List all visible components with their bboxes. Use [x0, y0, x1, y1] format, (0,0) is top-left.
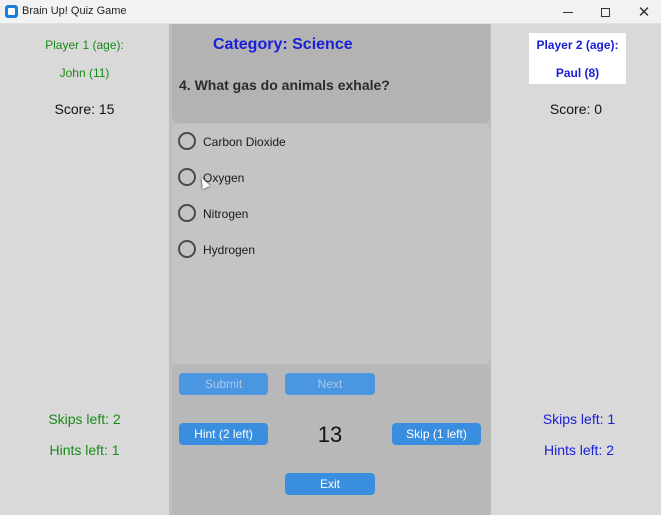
maximize-icon — [600, 7, 610, 17]
option-nitrogen[interactable]: Nitrogen — [178, 204, 378, 224]
window-title: Brain Up! Quiz Game — [22, 5, 127, 17]
hint-button[interactable]: Hint (2 left) — [179, 423, 268, 445]
close-icon: ✕ — [637, 3, 651, 21]
player2-skips: Skips left: 1 — [542, 411, 616, 427]
radio-button[interactable] — [178, 240, 196, 258]
player2-label: Player 2 (age): — [536, 38, 619, 52]
skip-button[interactable]: Skip (1 left) — [392, 423, 481, 445]
next-button[interactable]: Next — [285, 373, 375, 395]
close-button[interactable]: ✕ — [624, 0, 661, 24]
player1-label: Player 1 (age): — [45, 38, 124, 52]
option-label: Carbon Dioxide — [203, 135, 286, 149]
player2-hints: Hints left: 2 — [543, 442, 615, 458]
category-title: Category: Science — [213, 36, 353, 53]
minimize-button[interactable] — [548, 0, 588, 24]
option-label: Oxygen — [203, 171, 245, 185]
exit-button[interactable]: Exit — [285, 473, 375, 495]
player1-score: Score: 15 — [54, 101, 115, 117]
title-bar: Brain Up! Quiz Game ✕ — [0, 0, 661, 24]
question-text: 4. What gas do animals exhale? — [179, 77, 390, 93]
countdown-timer: 13 — [317, 422, 343, 447]
player2-score: Score: 0 — [549, 101, 603, 117]
radio-button[interactable] — [178, 132, 196, 150]
submit-button[interactable]: Submit — [179, 373, 268, 395]
option-hydrogen[interactable]: Hydrogen — [178, 240, 378, 260]
radio-button[interactable] — [178, 168, 196, 186]
player1-name: John (11) — [59, 66, 110, 80]
app-icon — [5, 5, 18, 18]
maximize-button[interactable] — [585, 0, 625, 24]
option-label: Hydrogen — [203, 243, 256, 257]
radio-button[interactable] — [178, 204, 196, 222]
option-carbon-dioxide[interactable]: Carbon Dioxide — [178, 132, 378, 152]
minimize-icon — [563, 11, 573, 13]
option-label: Nitrogen — [203, 207, 249, 221]
player1-hints: Hints left: 1 — [49, 442, 120, 458]
player1-skips: Skips left: 2 — [48, 411, 121, 427]
player2-name: Paul (8) — [555, 66, 600, 80]
